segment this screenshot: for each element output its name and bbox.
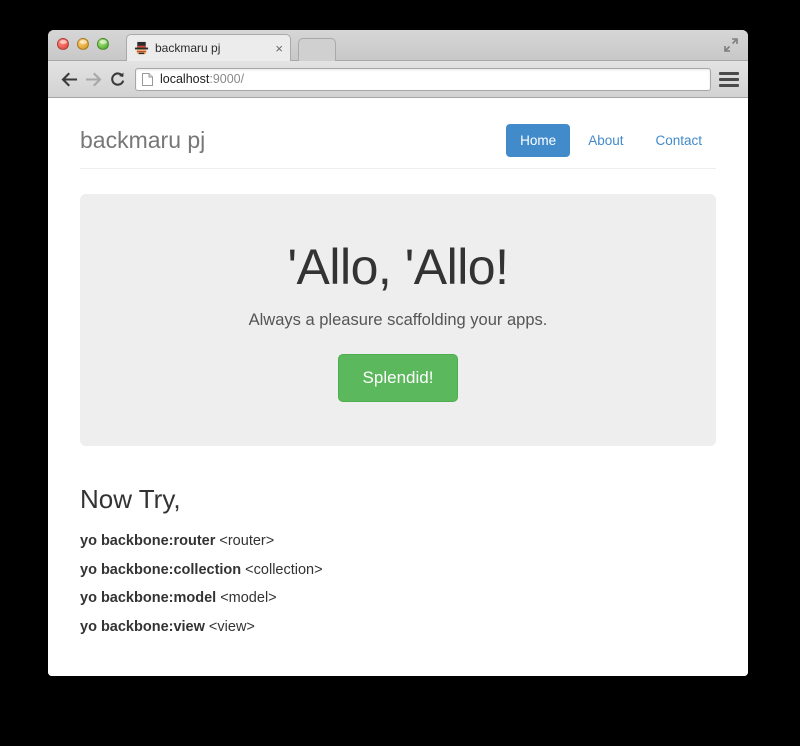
hamburger-menu-icon[interactable] — [719, 67, 739, 91]
page-viewport: backmaru pj Home About Contact 'Allo, 'A… — [48, 98, 748, 676]
arrow-left-icon — [61, 72, 77, 86]
site-header: backmaru pj Home About Contact — [80, 98, 716, 160]
back-button[interactable] — [57, 67, 81, 91]
jumbotron: 'Allo, 'Allo! Always a pleasure scaffold… — [80, 194, 716, 446]
window-close-button[interactable] — [57, 38, 69, 50]
browser-tab[interactable]: backmaru pj × — [126, 34, 291, 61]
window-maximize-button[interactable] — [97, 38, 109, 50]
tab-close-icon[interactable]: × — [271, 42, 283, 55]
list-item: yo backbone:router <router> — [80, 527, 716, 556]
page-document-icon — [142, 72, 153, 86]
command-arg: <view> — [204, 618, 255, 635]
command-text: yo backbone:collection — [80, 561, 242, 578]
list-item: yo backbone:collection <collection> — [80, 556, 716, 585]
list-item: yo backbone:model <model> — [80, 584, 716, 613]
address-bar[interactable]: localhost:9000/ — [135, 67, 711, 91]
command-text: yo backbone:view — [80, 618, 205, 635]
command-text: yo backbone:router — [80, 533, 216, 549]
url-path: :9000/ — [209, 72, 245, 86]
jumbotron-subtitle: Always a pleasure scaffolding your apps. — [248, 311, 548, 329]
now-try-heading: Now Try, — [80, 484, 181, 514]
header-divider — [80, 168, 716, 169]
nav-link-contact[interactable]: Contact — [641, 124, 716, 157]
command-arg: <model> — [216, 590, 277, 606]
browser-tab-strip: backmaru pj × — [48, 30, 748, 61]
browser-toolbar: localhost:9000/ — [48, 61, 748, 98]
arrow-right-icon — [85, 72, 101, 86]
menu-line — [719, 77, 739, 81]
page-container: backmaru pj Home About Contact 'Allo, 'A… — [80, 98, 716, 641]
new-tab-button[interactable] — [298, 38, 336, 61]
window-minimize-button[interactable] — [77, 38, 89, 50]
forward-button[interactable] — [81, 67, 105, 91]
command-arg: <collection> — [241, 561, 323, 578]
list-item: yo backbone:view <view> — [80, 613, 716, 642]
nav-link-home[interactable]: Home — [506, 123, 571, 157]
browser-window: backmaru pj × localhost:9000/ backmaru p… — [48, 30, 748, 676]
nav-link-about[interactable]: About — [574, 124, 637, 157]
page-title: backmaru pj — [80, 126, 206, 153]
command-list: yo backbone:router <router> yo backbone:… — [80, 527, 716, 641]
window-controls — [57, 38, 109, 50]
command-arg: <router> — [215, 533, 275, 549]
reload-button[interactable] — [105, 67, 129, 91]
url-host: localhost — [160, 72, 210, 86]
splendid-button[interactable]: Splendid! — [337, 354, 459, 402]
yeoman-hat-favicon — [134, 41, 149, 54]
address-bar-url: localhost:9000/ — [160, 72, 244, 86]
jumbotron-heading: 'Allo, 'Allo! — [287, 239, 509, 295]
menu-line — [719, 71, 739, 75]
main-navigation: Home About Contact — [506, 123, 716, 157]
reload-icon — [110, 71, 124, 86]
fullscreen-expand-icon[interactable] — [724, 38, 738, 52]
now-try-section: Now Try, yo backbone:router <router> yo … — [80, 484, 716, 641]
command-text: yo backbone:model — [80, 590, 217, 606]
menu-line — [719, 83, 739, 87]
browser-tab-title: backmaru pj — [155, 41, 221, 55]
